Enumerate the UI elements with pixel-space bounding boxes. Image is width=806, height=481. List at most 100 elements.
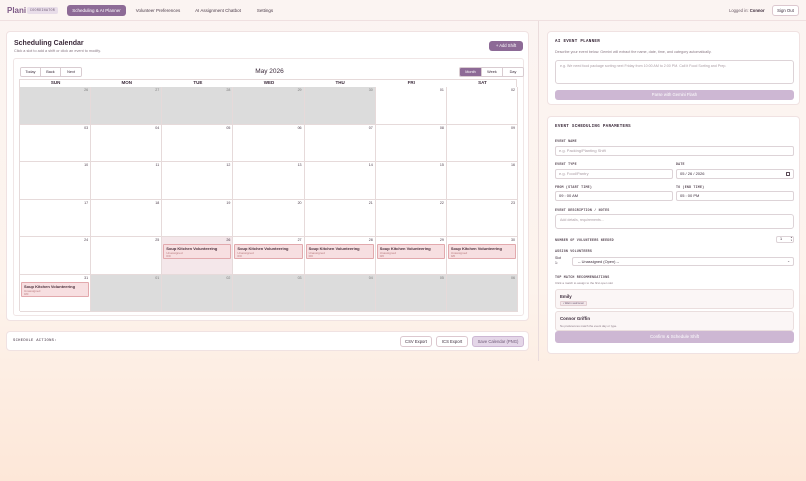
- description-input[interactable]: Add details, requirements...: [555, 214, 794, 229]
- event-count: 0/0: [450, 254, 456, 258]
- day-cell[interactable]: 06: [233, 124, 305, 162]
- calendar-event[interactable]: Soup Kitchen Volunteering Unassigned 0/0: [376, 244, 445, 259]
- day-cell[interactable]: 03: [233, 274, 305, 312]
- day-cell[interactable]: 17: [20, 199, 92, 237]
- stepper-arrows-icon[interactable]: ▴ ▾: [791, 236, 792, 242]
- event-type-label: EVENT TYPE: [555, 162, 577, 166]
- weekday-header: FRI: [407, 80, 415, 85]
- day-cell[interactable]: 03: [20, 124, 92, 162]
- day-cell[interactable]: 10: [20, 162, 92, 200]
- day-number: 20: [297, 200, 302, 205]
- date-input[interactable]: 05 / 26 / 2026: [676, 169, 794, 179]
- end-time-input[interactable]: 05 : 00 PM: [676, 191, 794, 201]
- day-cell[interactable]: 18: [91, 199, 163, 237]
- parse-with-gemini-button[interactable]: Parse with Gemini Flash: [555, 90, 794, 100]
- tab-volunteer-preferences[interactable]: Volunteer Preferences: [130, 5, 186, 16]
- day-cell[interactable]: 13: [233, 162, 305, 200]
- calendar-event[interactable]: Soup Kitchen Volunteering Unassigned 0/0: [447, 244, 516, 259]
- day-cell[interactable]: 04: [304, 274, 376, 312]
- ai-planner-subtitle: Describe your event below. Gemini will e…: [555, 50, 712, 54]
- event-name-input[interactable]: e.g. Packing/Planting Shift: [555, 146, 794, 156]
- day-cell[interactable]: 30: [304, 87, 376, 125]
- day-number: 23: [510, 200, 515, 205]
- recommendation-tag: • Warm welcomer: [560, 301, 587, 306]
- day-cell[interactable]: 02: [446, 87, 518, 125]
- calendar-event[interactable]: Soup Kitchen Volunteering Unassigned 0/0: [163, 244, 232, 259]
- ics-export-button[interactable]: ICS Export: [436, 336, 468, 347]
- tab-scheduling-ai-planner[interactable]: Scheduling & AI Planner: [67, 5, 126, 16]
- view-day-button[interactable]: Day: [503, 68, 523, 76]
- ai-planner-title: AI EVENT PLANNER: [555, 40, 601, 44]
- day-cell[interactable]: 05: [375, 274, 447, 312]
- calendar-event[interactable]: Soup Kitchen Volunteering Unassigned 0/0: [305, 244, 374, 259]
- day-cell[interactable]: 28 Soup Kitchen Volunteering Unassigned 0/0: [304, 237, 376, 275]
- day-cell[interactable]: 29 Soup Kitchen Volunteering Unassigned 0/0: [375, 237, 447, 275]
- ai-event-description-input[interactable]: e.g. We need food package sorting next F…: [555, 60, 794, 84]
- event-count: 0/0: [166, 254, 171, 258]
- day-cell[interactable]: 01: [91, 274, 163, 312]
- csv-export-button[interactable]: CSV Export: [400, 336, 432, 347]
- day-number: 28: [226, 88, 231, 92]
- recommendation-emily[interactable]: Emily • Warm welcomer: [555, 289, 794, 309]
- app-logo[interactable]: Plani: [7, 6, 26, 15]
- save-calendar-png-button[interactable]: Save Calendar (PNG): [472, 336, 524, 347]
- start-time-input[interactable]: 09 : 00 AM: [555, 191, 673, 201]
- day-cell[interactable]: 09: [446, 124, 518, 162]
- volunteers-needed-label: NUMBER OF VOLUNTEERS NEEDED: [555, 238, 614, 242]
- day-cell[interactable]: 31 Soup Kitchen Volunteering Unassigned 0/0: [20, 274, 92, 312]
- calendar-icon[interactable]: [786, 172, 790, 176]
- day-cell[interactable]: 06: [446, 274, 518, 312]
- day-cell[interactable]: 23: [446, 199, 518, 237]
- day-number: 19: [226, 200, 231, 205]
- day-cell[interactable]: 24: [20, 237, 92, 275]
- schedule-actions-label: SCHEDULE ACTIONS:: [13, 339, 57, 343]
- day-number: 27: [297, 238, 302, 242]
- recommendation-connor-griffin[interactable]: Connor Griffin No preferences match the …: [555, 311, 794, 331]
- day-cell[interactable]: 28: [162, 87, 234, 125]
- day-cell[interactable]: 07: [304, 124, 376, 162]
- view-week-button[interactable]: Week: [482, 68, 503, 76]
- day-number: 13: [297, 163, 302, 167]
- day-cell[interactable]: 27 Soup Kitchen Volunteering Unassigned 0/0: [233, 237, 305, 275]
- confirm-schedule-shift-button[interactable]: Confirm & Schedule Shift: [555, 331, 794, 343]
- day-cell[interactable]: 22: [375, 199, 447, 237]
- tab-ai-assignment-chatbot[interactable]: AI Assignment Chatbot: [190, 5, 246, 16]
- add-shift-button[interactable]: + Add Shift: [489, 41, 523, 51]
- day-cell[interactable]: 30 Soup Kitchen Volunteering Unassigned 0/0: [446, 237, 518, 275]
- day-number: 03: [297, 275, 302, 280]
- view-month-button[interactable]: Month: [460, 68, 482, 76]
- day-cell[interactable]: 19: [162, 199, 234, 237]
- day-cell[interactable]: 15: [375, 162, 447, 200]
- day-number: 16: [510, 163, 515, 167]
- event-type-input[interactable]: e.g. Food/Pantry: [555, 169, 673, 179]
- ai-event-planner-card: AI EVENT PLANNER Describe your event bel…: [547, 31, 800, 105]
- day-cell[interactable]: 12: [162, 162, 234, 200]
- volunteers-needed-stepper[interactable]: 1 ▴ ▾: [776, 236, 794, 243]
- top-match-label: TOP MATCH RECOMMENDATIONS: [555, 275, 610, 279]
- sign-out-button[interactable]: Sign Out: [772, 5, 799, 16]
- day-cell[interactable]: 16: [446, 162, 518, 200]
- day-cell[interactable]: 25: [91, 237, 163, 275]
- day-cell[interactable]: 21: [304, 199, 376, 237]
- slot-1-select[interactable]: -- Unassigned (Open) -- ⌄: [572, 257, 794, 266]
- calendar-event[interactable]: Soup Kitchen Volunteering Unassigned 0/0: [21, 281, 90, 297]
- day-cell[interactable]: 27: [91, 87, 163, 125]
- day-cell[interactable]: 11: [91, 162, 163, 200]
- calendar-subtitle: Click a slot to add a shift or click an …: [14, 49, 101, 53]
- calendar-event[interactable]: Soup Kitchen Volunteering Unassigned 0/0: [234, 244, 303, 259]
- day-cell[interactable]: 02: [162, 274, 234, 312]
- calendar-view-group: Month Week Day: [459, 67, 524, 77]
- schedule-actions-bar: SCHEDULE ACTIONS: CSV Export ICS Export …: [6, 331, 529, 351]
- weekday-header: SAT: [478, 80, 487, 85]
- tab-settings[interactable]: Settings: [251, 5, 279, 16]
- day-cell[interactable]: 26: [20, 87, 92, 125]
- day-cell[interactable]: 08: [375, 124, 447, 162]
- day-cell[interactable]: 29: [233, 87, 305, 125]
- slot-label-number: 1:: [555, 260, 558, 265]
- day-cell[interactable]: 05: [162, 124, 234, 162]
- day-cell[interactable]: 26 Soup Kitchen Volunteering Unassigned 0/0: [162, 237, 234, 275]
- day-cell[interactable]: 20: [233, 199, 305, 237]
- day-cell[interactable]: 04: [91, 124, 163, 162]
- day-cell[interactable]: 14: [304, 162, 376, 200]
- day-cell[interactable]: 01: [375, 87, 447, 125]
